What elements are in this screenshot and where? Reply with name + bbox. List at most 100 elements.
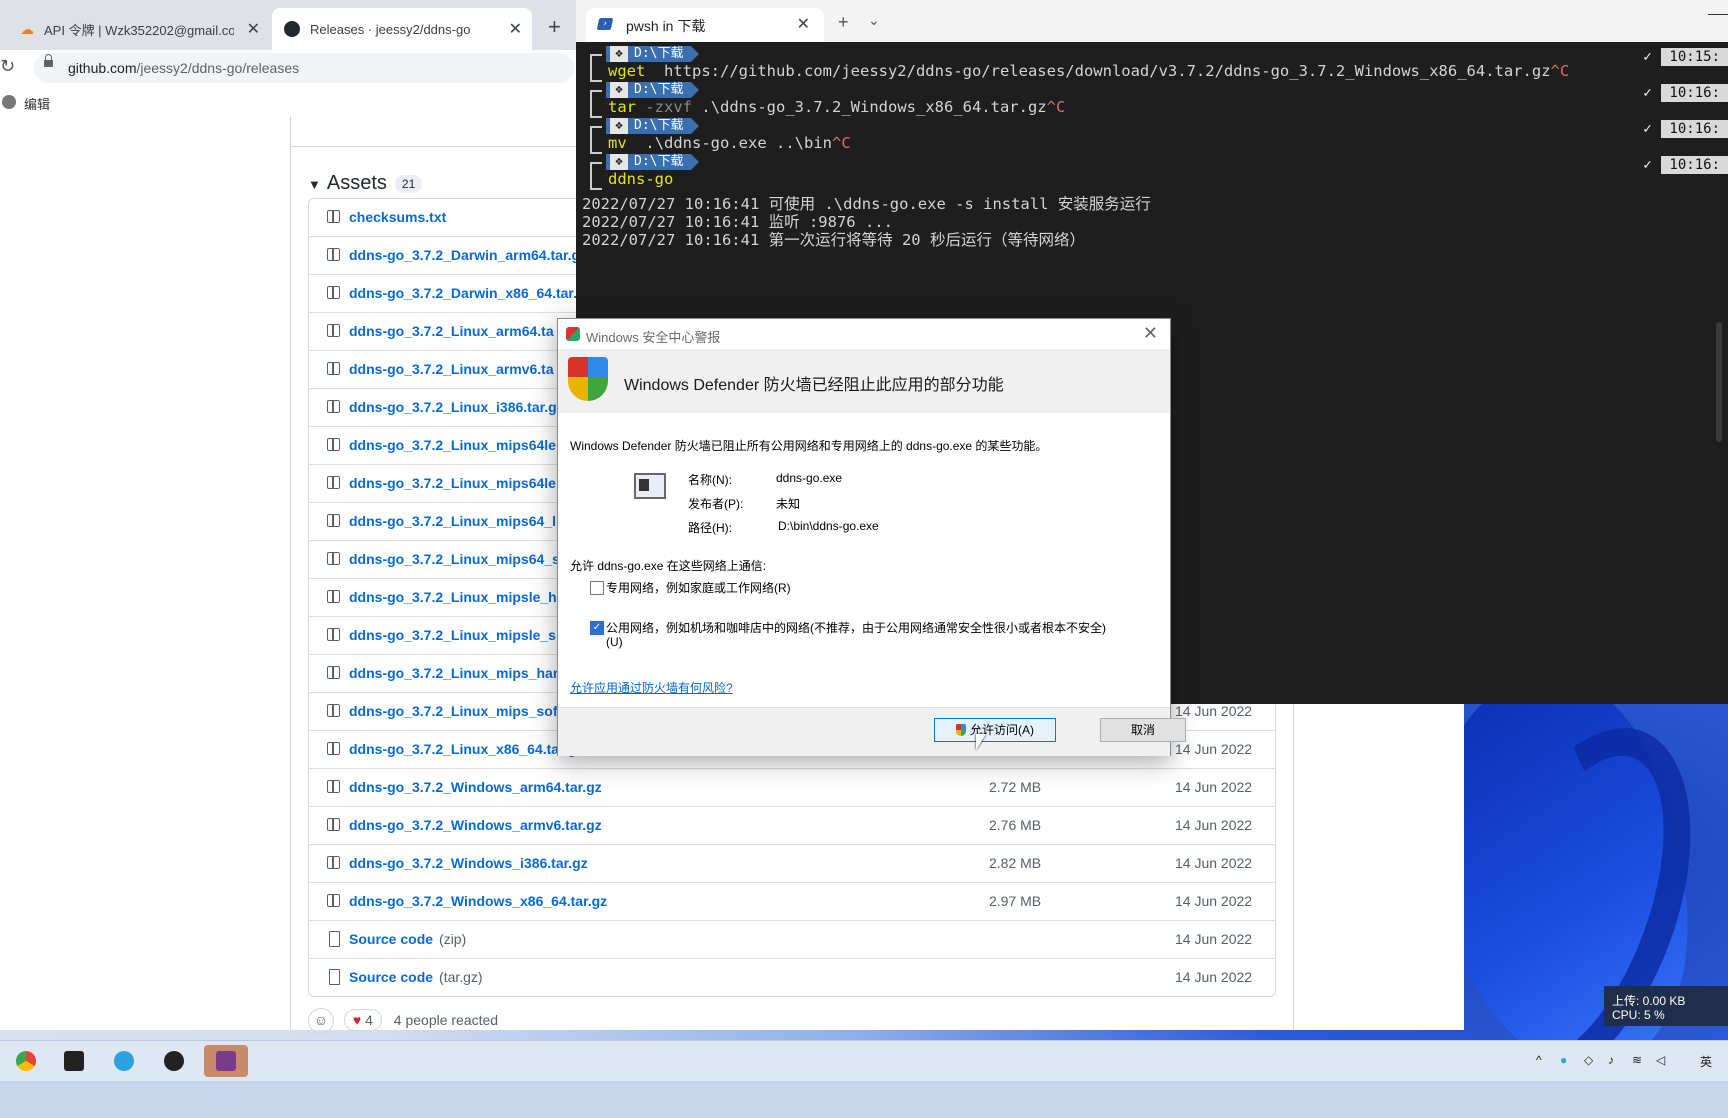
cancel-button[interactable]: 取消 (1100, 718, 1186, 742)
private-network-checkbox[interactable] (590, 581, 604, 595)
assets-heading[interactable]: ▼ Assets 21 (308, 172, 423, 195)
network-icon[interactable]: ◇ (1584, 1053, 1593, 1067)
public-network-checkbox[interactable]: ✓ (590, 621, 604, 635)
firewall-risk-link[interactable]: 允许应用通过防火墙有何风险? (570, 679, 733, 696)
prompt-bracket (590, 62, 602, 82)
close-icon[interactable]: ✕ (797, 14, 810, 34)
telegram-icon[interactable] (108, 1045, 140, 1077)
wifi-icon[interactable]: ≋ (1632, 1053, 1642, 1067)
prompt-segment: ❖ D:\下载 (606, 46, 701, 62)
asset-size: 2.76 MB (989, 817, 1042, 833)
new-terminal-tab-button[interactable]: + (838, 12, 849, 33)
asset-link[interactable]: ddns-go_3.7.2_Windows_arm64.tar.gz (349, 779, 602, 795)
source-row: Source code (tar.gz) 14 Jun 2022 (309, 958, 1275, 996)
check-icon: ✓ (1637, 85, 1658, 103)
package-icon (327, 628, 340, 641)
private-network-label[interactable]: 专用网络，例如家庭或工作网络(R) (606, 579, 791, 596)
public-network-key: (U) (606, 635, 623, 649)
github-icon (284, 21, 300, 37)
asset-link[interactable]: ddns-go_3.7.2_Windows_armv6.tar.gz (349, 817, 602, 833)
package-icon (327, 400, 340, 413)
asset-row: ddns-go_3.7.2_Windows_x86_64.tar.gz 2.97 … (309, 882, 1275, 920)
speaker-icon[interactable]: ♪ (1608, 1053, 1614, 1067)
package-icon (327, 742, 340, 755)
bookmark-edit[interactable]: 编辑 (24, 94, 50, 113)
terminal-icon[interactable] (58, 1045, 90, 1077)
asset-link[interactable]: ddns-go_3.7.2_Darwin_arm64.tar.gz (349, 247, 587, 263)
omnibox[interactable]: github.com/jeessy2/ddns-go/releases (34, 53, 574, 83)
package-icon (327, 514, 340, 527)
dialog-header: Windows Defender 防火墙已经阻止此应用的部分功能 (558, 349, 1170, 413)
asset-date: 14 Jun 2022 (1175, 855, 1253, 871)
asset-link[interactable]: ddns-go_3.7.2_Linux_mips64le (349, 475, 556, 491)
browser-tab-releases[interactable]: Releases · jeessy2/ddns-go ✕ (272, 8, 532, 50)
application-icon (634, 473, 666, 499)
asset-link[interactable]: ddns-go_3.7.2_Linux_mips64le (349, 437, 556, 453)
tab-title: API 令牌 | Wzk352202@gmail.co (44, 22, 234, 38)
dialog-caption-bar: Windows 安全中心警报 ✕ (558, 319, 1170, 349)
asset-link[interactable]: ddns-go_3.7.2_Windows_i386.tar.gz (349, 855, 588, 871)
chrome-icon[interactable] (10, 1045, 42, 1077)
asset-link[interactable]: ddns-go_3.7.2_Linux_armv6.ta (349, 361, 554, 377)
asset-link[interactable]: ddns-go_3.7.2_Linux_i386.tar.g (349, 399, 557, 415)
package-icon (327, 818, 340, 831)
package-icon (327, 438, 340, 451)
name-value: ddns-go.exe (776, 471, 843, 485)
asset-link[interactable]: checksums.txt (349, 209, 446, 225)
package-icon (327, 590, 340, 603)
obs-icon[interactable] (158, 1045, 190, 1077)
windows-icon: ❖ (610, 82, 628, 98)
heart-reaction[interactable]: ♥ 4 (343, 1009, 382, 1031)
check-icon: ✓ (1637, 121, 1658, 139)
check-icon: ✓ (1637, 157, 1658, 175)
asset-link[interactable]: ddns-go_3.7.2_Linux_mips_har (349, 665, 558, 681)
winrar-icon[interactable] (204, 1045, 248, 1077)
reload-icon[interactable]: ↻ (0, 56, 15, 77)
asset-link[interactable]: ddns-go_3.7.2_Linux_mips_sof (349, 703, 558, 719)
asset-link[interactable]: ddns-go_3.7.2_Linux_mipsle_s (349, 627, 556, 643)
package-icon (327, 780, 340, 793)
asset-link[interactable]: ddns-go_3.7.2_Linux_mips64_s (349, 551, 560, 567)
ime-indicator[interactable]: 英 (1700, 1053, 1712, 1070)
asset-link[interactable]: ddns-go_3.7.2_Windows_x86_64.tar.gz (349, 893, 607, 909)
source-link[interactable]: Source code (zip) (349, 931, 466, 947)
dialog-description: Windows Defender 防火墙已阻止所有公用网络和专用网络上的 ddn… (570, 439, 1048, 453)
asset-size: 2.82 MB (989, 855, 1042, 871)
asset-link[interactable]: ddns-go_3.7.2_Linux_x86_64.tar.gz (349, 741, 583, 757)
taskbar: ^ ● ◇ ♪ ≋ ◁ 英 (0, 1040, 1728, 1081)
path-label: 路径(H): (688, 521, 732, 535)
terminal-scrollbar[interactable] (1716, 322, 1722, 442)
terminal-tab-title: pwsh in 下载 (626, 18, 706, 34)
close-icon[interactable]: ✕ (1143, 323, 1158, 344)
asset-row: ddns-go_3.7.2_Windows_armv6.tar.gz 2.76 M… (309, 806, 1275, 844)
browser-tab-api-token[interactable]: ☁ API 令牌 | Wzk352202@gmail.co ✕ (8, 8, 270, 50)
telegram-tray-icon[interactable]: ● (1560, 1053, 1567, 1067)
prompt-bracket (590, 134, 602, 154)
minimize-icon[interactable] (1708, 14, 1728, 15)
source-link[interactable]: Source code (tar.gz) (349, 969, 483, 985)
volume-icon[interactable]: ◁ (1656, 1053, 1665, 1067)
public-network-label[interactable]: 公用网络，例如机场和咖啡店中的网络(不推荐，由于公用网络通常安全性很小或者根本不… (606, 619, 1136, 636)
asset-link[interactable]: ddns-go_3.7.2_Linux_mips64_l (349, 513, 556, 529)
windows-icon: ❖ (610, 154, 628, 170)
chevron-down-icon[interactable]: ⌄ (868, 12, 880, 29)
package-icon (327, 476, 340, 489)
asset-link[interactable]: ddns-go_3.7.2_Linux_arm64.ta (349, 323, 554, 339)
source-row: Source code (zip) 14 Jun 2022 (309, 920, 1275, 958)
close-icon[interactable]: ✕ (509, 19, 522, 39)
terminal-tab[interactable]: › pwsh in 下载 ✕ (586, 8, 824, 42)
check-icon: ✓ (1637, 49, 1658, 67)
new-tab-button[interactable]: + (548, 14, 561, 40)
asset-link[interactable]: ddns-go_3.7.2_Linux_mipsle_h (349, 589, 557, 605)
command-line: tar -zxvf .\ddns-go_3.7.2_Windows_x86_64… (608, 98, 1066, 116)
file-zip-icon (329, 969, 340, 985)
chevron-up-icon[interactable]: ^ (1536, 1053, 1542, 1067)
dialog-caption: Windows 安全中心警报 (586, 330, 721, 345)
allow-access-button[interactable]: 允许访问(A) (934, 718, 1056, 742)
prompt-segment: ❖ D:\下载 (606, 82, 701, 98)
globe-icon (2, 95, 16, 109)
package-icon (327, 552, 340, 565)
add-reaction-button[interactable]: ☺ (308, 1008, 334, 1034)
close-icon[interactable]: ✕ (247, 19, 260, 39)
asset-link[interactable]: ddns-go_3.7.2_Darwin_x86_64.tar.gz (349, 285, 593, 301)
